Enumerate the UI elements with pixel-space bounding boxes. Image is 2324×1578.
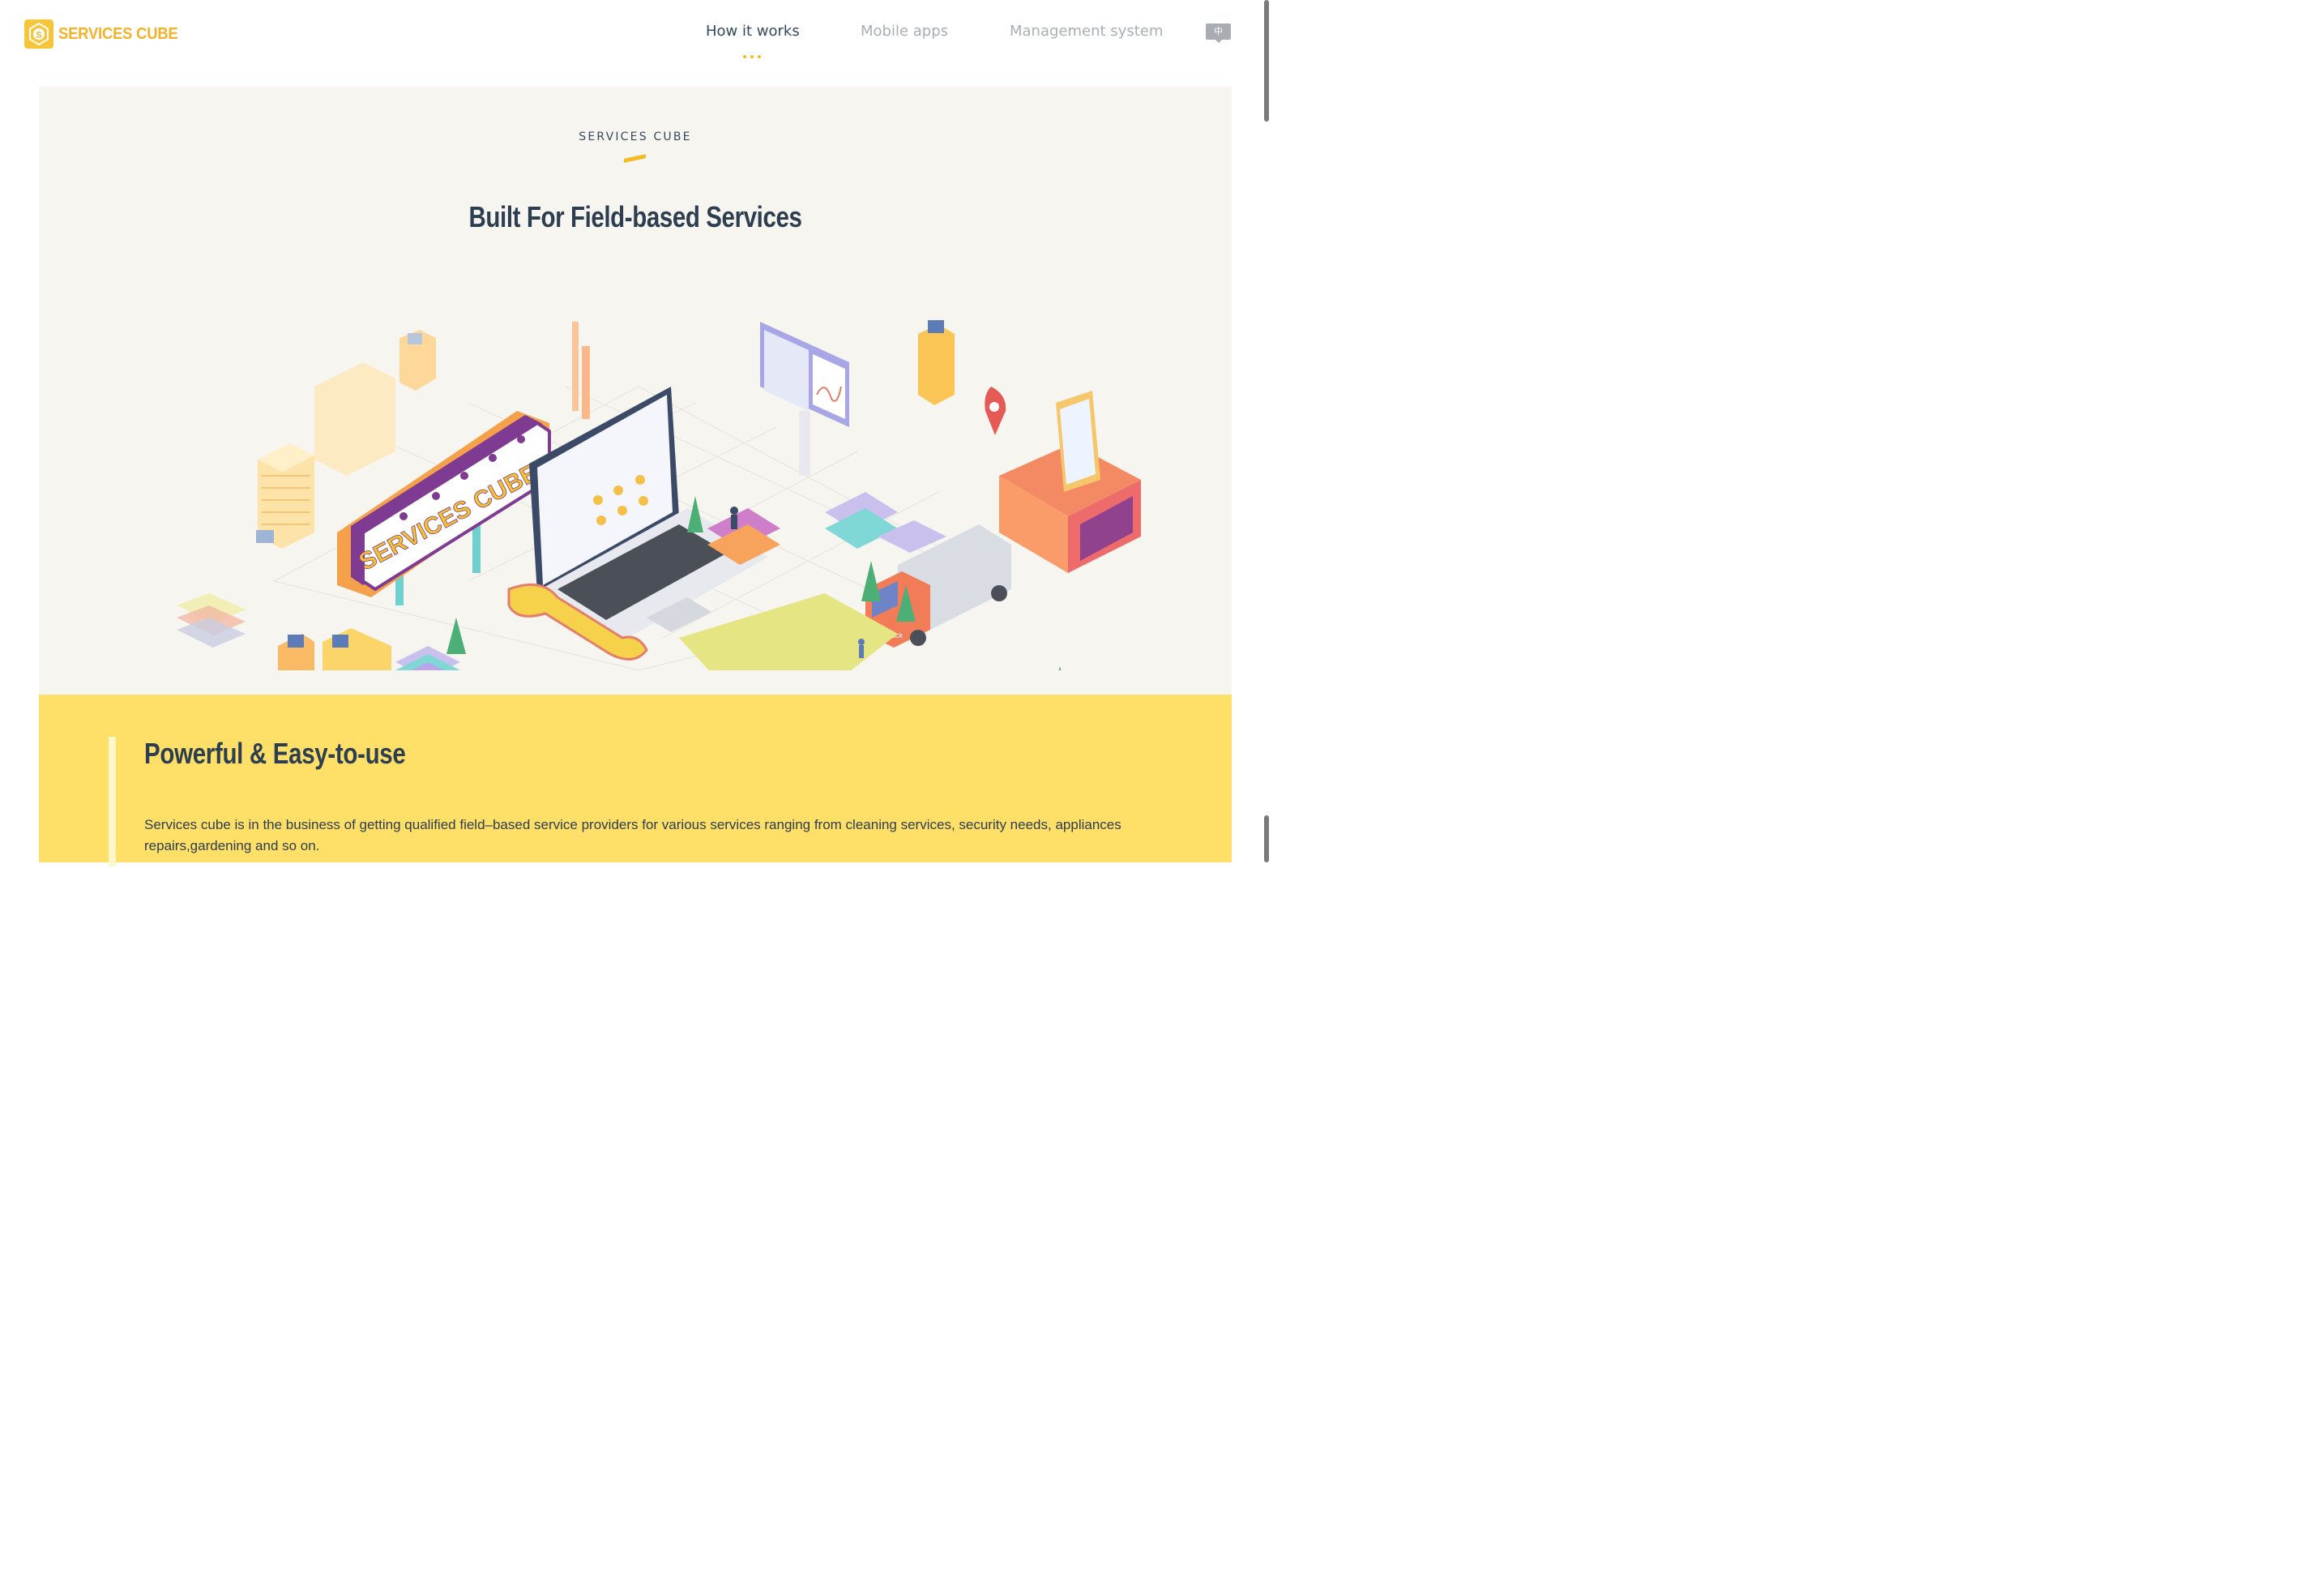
isometric-city-illustration: SERVICES CUBE <box>177 320 1141 670</box>
scrollbar-thumb-secondary[interactable] <box>1264 815 1269 862</box>
feature-accent-bar <box>109 737 116 866</box>
shop-with-phone <box>999 391 1141 573</box>
feature-description: Services cube is in the business of gett… <box>144 817 1121 853</box>
nav-mobile-apps[interactable]: Mobile apps <box>861 23 948 40</box>
nav-how-it-works[interactable]: How it works <box>706 23 800 40</box>
nav-management-system[interactable]: Management system <box>1010 23 1163 40</box>
eyebrow-dash <box>624 154 646 163</box>
feature-title: Powerful & Easy-to-use <box>144 737 406 770</box>
green-field <box>679 593 898 670</box>
hero-title: Built For Field-based Services <box>468 200 802 233</box>
tall-building <box>918 320 955 405</box>
chart-board <box>760 322 849 476</box>
location-pin-icon <box>985 387 1006 435</box>
page-scrollbar[interactable] <box>1261 0 1271 862</box>
hero-section: SERVICES CUBE Built For Field-based Serv… <box>39 87 1232 695</box>
scrollbar-thumb[interactable] <box>1264 0 1269 122</box>
main-nav: How it works Mobile apps Management syst… <box>0 23 1271 58</box>
site-header: S SERVICES CUBE How it works Mobile apps… <box>0 0 1271 73</box>
hero-eyebrow: SERVICES CUBE <box>579 130 692 143</box>
language-switch-button[interactable]: 中 <box>1206 24 1231 43</box>
active-nav-indicator <box>743 55 761 58</box>
feature-section: Powerful & Easy-to-use Services cube is … <box>39 695 1232 866</box>
